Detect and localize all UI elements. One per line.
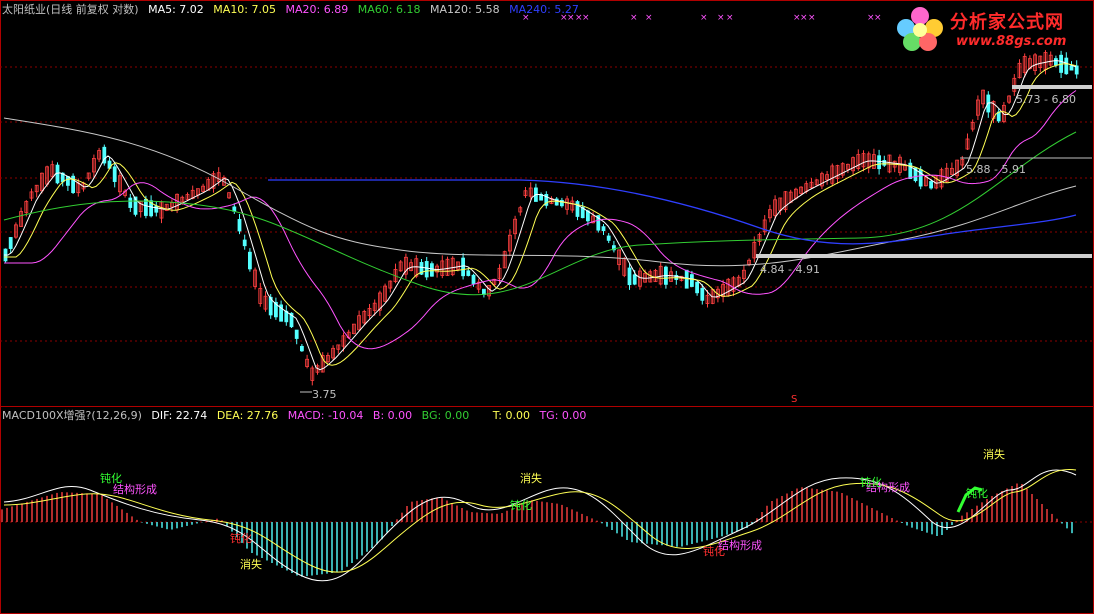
- candle-body: [929, 181, 933, 189]
- macd-title: MACD100X增强?(12,26,9): [2, 409, 142, 422]
- candle-body: [575, 201, 580, 217]
- ma10-line: [4, 63, 1077, 366]
- candle-body: [112, 166, 117, 182]
- ma240-value: MA240: 5.27: [509, 3, 579, 16]
- ma10-value: MA10: 7.05: [213, 3, 277, 16]
- ma5-line: [4, 59, 1077, 371]
- signal-x-marker: ×: [717, 13, 725, 23]
- candle-body: [627, 267, 632, 286]
- logo-title: 分析家公式网: [950, 12, 1064, 33]
- macd-label-vanish-2: 消失: [520, 472, 542, 485]
- candle-body: [632, 274, 637, 285]
- candle-body: [154, 205, 159, 213]
- stock-title: 太阳纸业(日线 前复权 对数): [2, 3, 139, 16]
- macd-label-dull-6: 钝化: [966, 487, 988, 500]
- candle-body: [877, 155, 881, 170]
- macd-label-dull-2: 钝化: [230, 532, 252, 545]
- logo-url: www.88gs.com: [956, 34, 1067, 49]
- signal-x-marker: ×: [874, 13, 882, 23]
- ma120-line: [3, 117, 1077, 267]
- candle-body: [143, 198, 148, 216]
- macd-label-vanish-1: 消失: [240, 558, 262, 571]
- candle-body: [606, 235, 611, 241]
- candle-body: [424, 261, 429, 278]
- candle-body: [471, 274, 476, 284]
- ma60-line: [3, 131, 1077, 296]
- candle-body: [1069, 65, 1074, 71]
- candle-body: [1064, 57, 1069, 75]
- candle-body: [690, 274, 694, 287]
- ma20-line: [4, 90, 1077, 350]
- signal-x-marker: ×: [808, 13, 816, 23]
- candle-body: [461, 257, 466, 277]
- signal-x-marker: ×: [800, 13, 808, 23]
- ma60-value: MA60: 6.18: [357, 3, 421, 16]
- macd-label-dull-3: 钝化: [510, 499, 532, 512]
- dea-value: DEA: 27.76: [216, 409, 279, 422]
- signal-marker: S: [791, 394, 798, 405]
- flower-logo-icon: [897, 7, 943, 51]
- candle-body: [128, 197, 133, 208]
- candle-body: [695, 281, 699, 294]
- candle-body: [247, 251, 252, 270]
- macd-label-dull-5: 钝化: [860, 476, 882, 489]
- candle-body: [299, 345, 304, 352]
- signal-x-marker: ×: [700, 13, 708, 23]
- macd-value: MACD: -10.04: [287, 409, 364, 422]
- support-bar-3: [756, 254, 1092, 258]
- candle-body: [601, 226, 606, 232]
- site-logo: 分析家公式网 www.88gs.com: [892, 2, 1088, 54]
- low-price-label: 3.75: [312, 388, 337, 401]
- main-indicator-header: 太阳纸业(日线 前复权 对数) MA5: 7.02 MA10: 7.05 MA2…: [2, 3, 585, 17]
- signal-x-marker: ×: [630, 13, 638, 23]
- signal-x-marker: ×: [645, 13, 653, 23]
- candle-body: [55, 164, 60, 184]
- ma5-value: MA5: 7.02: [148, 3, 204, 16]
- ma120-value: MA120: 5.58: [429, 3, 500, 16]
- candle-body: [66, 176, 70, 186]
- candle-body: [700, 288, 705, 301]
- macd-label-vanish-3: 消失: [983, 448, 1005, 461]
- dif-line: [3, 469, 1077, 582]
- candle-body: [242, 239, 247, 247]
- macd-label-structure-1: 结构形成: [113, 483, 157, 496]
- candle-body: [8, 237, 13, 249]
- chart-canvas[interactable]: × × × × × × × × × × × × × × ×: [0, 0, 1094, 614]
- candle-body: [237, 219, 242, 232]
- dif-value: DIF: 22.74: [151, 409, 208, 422]
- macd-label-structure-2: 结构形成: [718, 539, 762, 552]
- tg-value: TG: 0.00: [539, 409, 587, 422]
- macd-indicator-header: MACD100X增强?(12,26,9) DIF: 22.74 DEA: 27.…: [2, 409, 592, 423]
- signal-x-marker: ×: [726, 13, 734, 23]
- candle-body: [1054, 58, 1058, 66]
- candle-body: [466, 270, 471, 276]
- ma20-value: MA20: 6.89: [285, 3, 349, 16]
- t-value: T: 0.00: [492, 409, 530, 422]
- bg-value: BG: 0.00: [421, 409, 470, 422]
- resistance-range-3: 4.84 - 4.91: [760, 263, 820, 276]
- candle-body: [882, 160, 887, 166]
- support-bar-1: [1012, 85, 1092, 89]
- resistance-range-1: 5.73 - 6.80: [1016, 93, 1076, 106]
- b-value: B: 0.00: [372, 409, 413, 422]
- candle-body: [429, 263, 434, 277]
- resistance-range-2: 5.88 - 5.91: [966, 163, 1026, 176]
- candle-body: [294, 329, 299, 339]
